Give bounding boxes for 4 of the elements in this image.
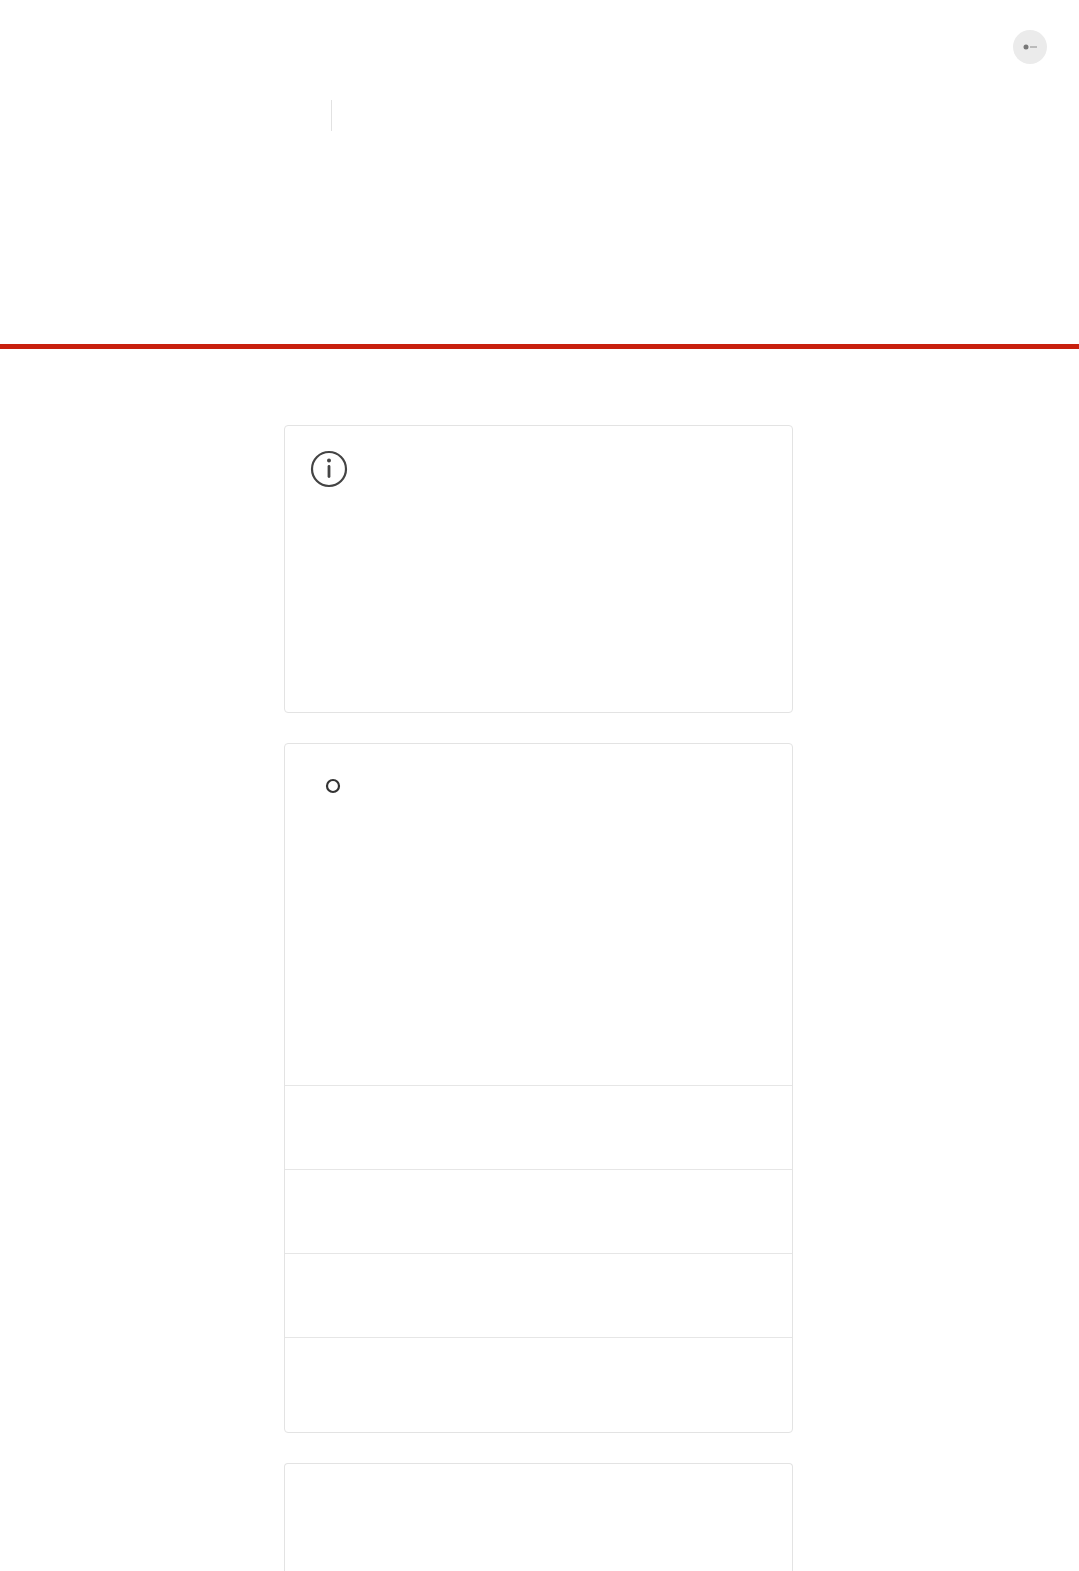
info-icon — [310, 450, 348, 488]
account-button[interactable] — [1013, 30, 1047, 64]
ring-icon — [325, 777, 341, 794]
logo-icon — [1023, 44, 1037, 50]
